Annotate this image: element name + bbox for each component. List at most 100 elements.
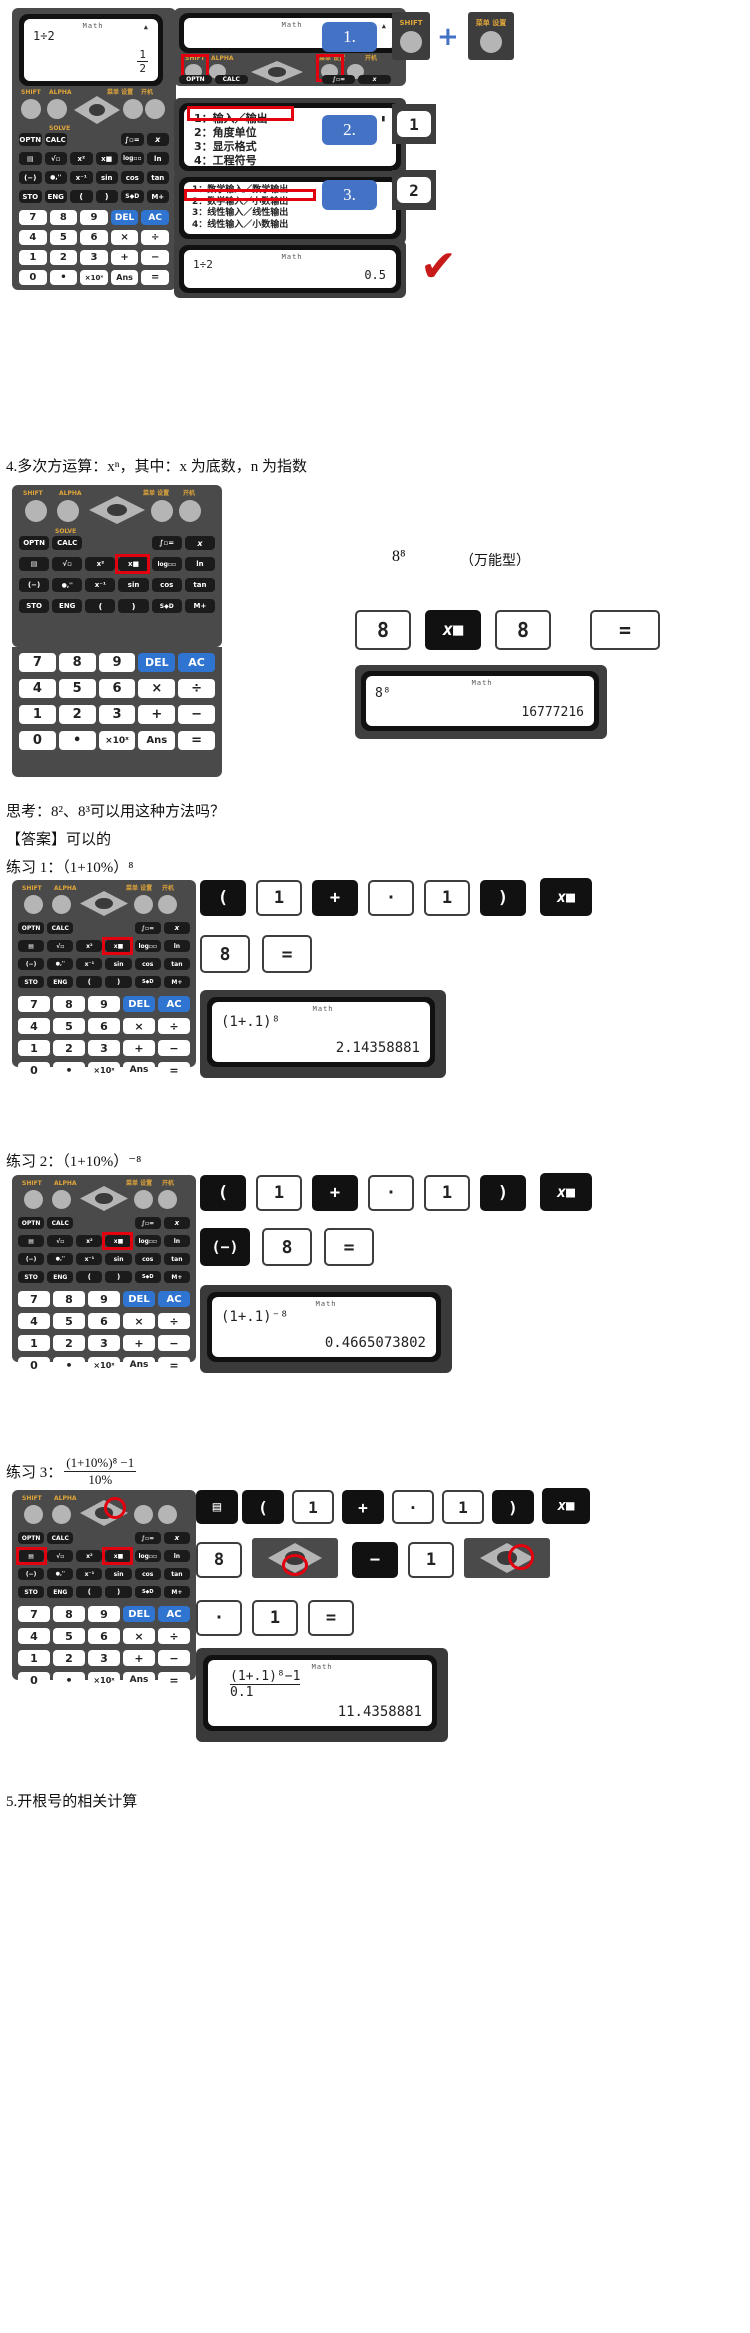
key-6[interactable]: 6 bbox=[80, 230, 108, 245]
e3-chip-po[interactable]: ( bbox=[242, 1490, 284, 1524]
e1-key-div[interactable]: ÷ bbox=[158, 1018, 190, 1034]
e3-chip-dot[interactable]: · bbox=[392, 1490, 434, 1524]
key-4[interactable]: 4 bbox=[19, 230, 47, 245]
s4-key-minus[interactable]: − bbox=[178, 705, 215, 724]
chip-menu-key[interactable]: 菜单 设置 bbox=[468, 12, 514, 60]
s4-key-tan[interactable]: tan bbox=[184, 578, 215, 592]
e3-chip-1c[interactable]: 1 bbox=[408, 1542, 454, 1578]
e2-key-xinv[interactable]: x⁻¹ bbox=[76, 1253, 103, 1265]
s4-key-menu[interactable] bbox=[151, 500, 173, 522]
e1-key-7[interactable]: 7 bbox=[18, 996, 50, 1012]
e2-key-ac[interactable]: AC bbox=[158, 1291, 190, 1307]
e3-key-dot[interactable]: • bbox=[53, 1672, 85, 1688]
e3-key-tan[interactable]: tan bbox=[163, 1568, 190, 1580]
key-ln[interactable]: ln bbox=[146, 152, 169, 165]
e2-key-sto[interactable]: STO bbox=[18, 1271, 45, 1283]
s4-key-neg[interactable]: (−) bbox=[19, 578, 50, 592]
e2-key-calc[interactable]: CALC bbox=[47, 1217, 74, 1229]
key-menu[interactable] bbox=[123, 99, 143, 119]
e3-key-minus[interactable]: − bbox=[158, 1650, 190, 1666]
e2-key-menu[interactable] bbox=[134, 1190, 153, 1209]
e2-chip-1[interactable]: 1 bbox=[256, 1175, 302, 1211]
e1-chip-1[interactable]: 1 bbox=[256, 880, 302, 916]
key-0[interactable]: 0 bbox=[19, 270, 47, 285]
e1-key-eng[interactable]: ENG bbox=[47, 976, 74, 988]
key-plus[interactable]: + bbox=[110, 250, 139, 265]
e1-key-log[interactable]: log▫▫ bbox=[134, 940, 161, 952]
key-sto[interactable]: STO bbox=[19, 190, 42, 203]
e1-chip-0[interactable]: ( bbox=[200, 880, 246, 916]
e2-key-7[interactable]: 7 bbox=[18, 1291, 50, 1307]
e1-key-4[interactable]: 4 bbox=[18, 1018, 50, 1034]
e1-chip-5[interactable]: ) bbox=[480, 880, 526, 916]
e1-key-del[interactable]: DEL bbox=[123, 996, 155, 1012]
key-divide[interactable]: ÷ bbox=[141, 230, 169, 245]
e1-key-power[interactable] bbox=[158, 895, 177, 914]
e3-key-alpha[interactable] bbox=[52, 1505, 71, 1524]
e2-key-po[interactable]: ( bbox=[76, 1271, 103, 1283]
key-shift[interactable] bbox=[21, 99, 41, 119]
e3-key-3[interactable]: 3 bbox=[88, 1650, 120, 1666]
e2-key-tan[interactable]: tan bbox=[163, 1253, 190, 1265]
s4-key-integral[interactable]: ∫▫= bbox=[151, 536, 182, 550]
e2-key-power[interactable] bbox=[158, 1190, 177, 1209]
chip-key-2-face[interactable]: 2 bbox=[397, 177, 431, 203]
e3-chip-1d[interactable]: 1 bbox=[252, 1600, 298, 1636]
s4-key-calc[interactable]: CALC bbox=[52, 536, 83, 550]
e2-key-integral[interactable]: ∫▫= bbox=[134, 1217, 161, 1229]
e2-key-sin[interactable]: sin bbox=[105, 1253, 132, 1265]
e1-chip-4[interactable]: 1 bbox=[424, 880, 470, 916]
e1-key-6[interactable]: 6 bbox=[88, 1018, 120, 1034]
e1-key-2[interactable]: 2 bbox=[53, 1040, 85, 1056]
e2-key-plus[interactable]: + bbox=[123, 1335, 155, 1351]
e2-chip-4[interactable]: 1 bbox=[424, 1175, 470, 1211]
e1-key-sd[interactable]: S◆D bbox=[134, 976, 161, 988]
e1-key-shift[interactable] bbox=[24, 895, 43, 914]
key-2[interactable]: 2 bbox=[49, 250, 78, 265]
key-dot[interactable]: • bbox=[49, 270, 78, 285]
e3-key-neg[interactable]: (−) bbox=[18, 1568, 45, 1580]
e3-key-6[interactable]: 6 bbox=[88, 1628, 120, 1644]
key-exp10[interactable]: ×10ˣ bbox=[80, 270, 108, 285]
key-cos[interactable]: cos bbox=[121, 171, 144, 184]
e1-key-po[interactable]: ( bbox=[76, 976, 103, 988]
e3-key-del[interactable]: DEL bbox=[123, 1606, 155, 1622]
key-x-power[interactable]: x■ bbox=[95, 152, 118, 165]
e3-chip-plus[interactable]: + bbox=[342, 1490, 384, 1524]
s4-key-cos[interactable]: cos bbox=[151, 578, 182, 592]
e2-key-sd[interactable]: S◆D bbox=[134, 1271, 161, 1283]
s4-chip-xpower[interactable]: x■ bbox=[425, 610, 481, 650]
e1-key-mul[interactable]: × bbox=[123, 1018, 155, 1034]
e1-chip-8[interactable]: 8 bbox=[200, 935, 250, 973]
key-sqrt[interactable]: √▫ bbox=[44, 152, 67, 165]
e2-key-optn[interactable]: OPTN bbox=[18, 1217, 45, 1229]
s4-key-optn[interactable]: OPTN bbox=[19, 536, 50, 550]
key-5[interactable]: 5 bbox=[49, 230, 78, 245]
e1-key-x[interactable]: x bbox=[163, 922, 190, 934]
e2-key-1[interactable]: 1 bbox=[18, 1335, 50, 1351]
e3-key-pc[interactable]: ) bbox=[105, 1586, 132, 1598]
s4-key-x-squared[interactable]: x² bbox=[85, 557, 116, 571]
e3-chip-8[interactable]: 8 bbox=[196, 1542, 242, 1578]
e3-key-sto[interactable]: STO bbox=[18, 1586, 45, 1598]
s4-key-shift[interactable] bbox=[25, 500, 47, 522]
key-ac[interactable]: AC bbox=[141, 210, 169, 225]
s4-key-1[interactable]: 1 bbox=[19, 705, 56, 724]
e1-key-3[interactable]: 3 bbox=[88, 1040, 120, 1056]
e1-key-deg[interactable]: ●,'' bbox=[47, 958, 74, 970]
e3-chip-dot2[interactable]: · bbox=[196, 1600, 242, 1636]
e3-key-0[interactable]: 0 bbox=[18, 1672, 50, 1688]
e3-key-eq[interactable]: = bbox=[158, 1672, 190, 1688]
s4-chip-8b[interactable]: 8 bbox=[495, 610, 551, 650]
e3-chip-xpow[interactable]: x■ bbox=[542, 1488, 590, 1524]
e3-key-menu[interactable] bbox=[134, 1505, 153, 1524]
e2-chip-2[interactable]: + bbox=[312, 1175, 358, 1211]
s4-key-sin[interactable]: sin bbox=[118, 578, 149, 592]
e3-key-integral[interactable]: ∫▫= bbox=[134, 1532, 161, 1544]
e2-chip-0[interactable]: ( bbox=[200, 1175, 246, 1211]
e1-key-xinv[interactable]: x⁻¹ bbox=[76, 958, 103, 970]
key-optn[interactable]: OPTN bbox=[19, 133, 42, 146]
e2-key-neg[interactable]: (−) bbox=[18, 1253, 45, 1265]
key-3[interactable]: 3 bbox=[80, 250, 108, 265]
chip-menu-button[interactable] bbox=[480, 30, 502, 53]
